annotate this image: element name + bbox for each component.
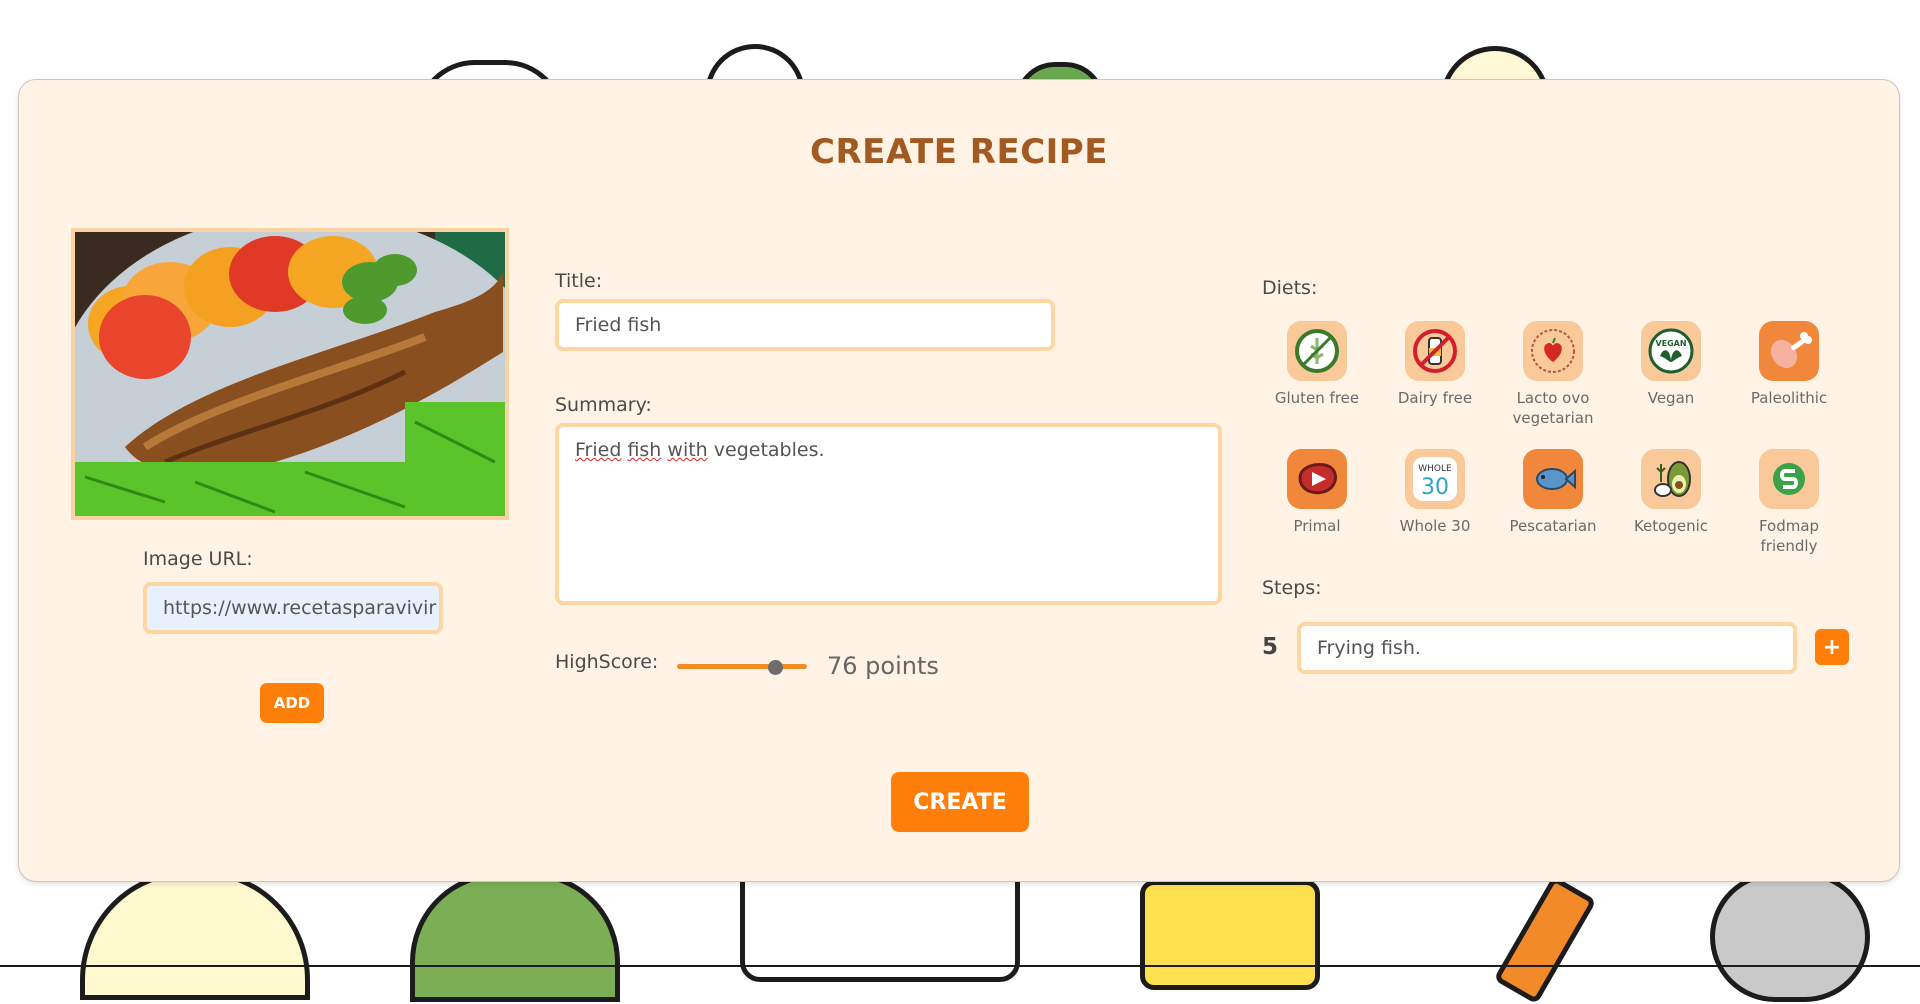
diet-option-lacto-ovo-vegetarian[interactable]: Lacto ovo vegetarian (1494, 321, 1612, 428)
diet-label: Lacto ovo vegetarian (1512, 389, 1594, 427)
diet-option-gluten-free[interactable]: Gluten free (1258, 321, 1376, 408)
page-title: CREATE RECIPE (810, 132, 1108, 172)
dairy-free-icon (1405, 321, 1465, 381)
svg-text:VEGAN: VEGAN (1655, 339, 1686, 348)
recipe-image-preview (71, 228, 509, 520)
add-step-button[interactable]: + (1815, 629, 1849, 665)
title-label: Title: (555, 270, 603, 292)
diet-option-paleolithic[interactable]: Paleolithic (1730, 321, 1848, 408)
gluten-free-icon (1287, 321, 1347, 381)
title-input[interactable]: Fried fish (555, 299, 1055, 351)
highscore-slider-track[interactable] (677, 664, 807, 669)
diet-label: Fodmap friendly (1758, 517, 1820, 555)
whole30-icon: WHOLE 30 (1405, 449, 1465, 509)
pescatarian-icon (1523, 449, 1583, 509)
diet-label: Vegan (1647, 389, 1695, 407)
diet-option-pescatarian[interactable]: Pescatarian (1494, 449, 1612, 536)
diet-label: Gluten free (1274, 389, 1360, 407)
diet-option-fodmap-friendly[interactable]: Fodmap friendly (1730, 449, 1848, 556)
highscore-label: HighScore: (555, 651, 659, 673)
add-image-button[interactable]: ADD (260, 683, 324, 723)
create-button[interactable]: CREATE (891, 772, 1029, 832)
summary-word: Fried (575, 439, 622, 461)
summary-label: Summary: (555, 394, 652, 416)
highscore-value: 76 points (827, 652, 939, 680)
lacto-ovo-icon (1523, 321, 1583, 381)
highscore-slider-thumb[interactable] (768, 660, 784, 675)
summary-word: fish (627, 439, 662, 461)
diets-label: Diets: (1262, 277, 1318, 299)
diet-label: Dairy free (1397, 389, 1473, 407)
diet-label: Ketogenic (1633, 517, 1709, 535)
primal-icon (1287, 449, 1347, 509)
diet-option-dairy-free[interactable]: Dairy free (1376, 321, 1494, 408)
image-url-input[interactable]: https://www.recetasparavivir (143, 582, 443, 634)
diet-label: Pescatarian (1509, 517, 1597, 535)
summary-word: with (667, 439, 708, 461)
step-input[interactable]: Frying fish. (1297, 622, 1797, 674)
create-recipe-card: CREATE RECIPE Image URL: https://www.rec… (18, 79, 1900, 882)
image-url-label: Image URL: (143, 548, 253, 570)
diet-label: Primal (1293, 517, 1341, 535)
fried-fish-photo (75, 232, 505, 516)
svg-text:WHOLE: WHOLE (1418, 464, 1452, 474)
step-number: 5 (1262, 634, 1279, 660)
fodmap-icon (1759, 449, 1819, 509)
diet-option-whole-30[interactable]: WHOLE 30 Whole 30 (1376, 449, 1494, 536)
diet-option-vegan[interactable]: VEGAN Vegan (1612, 321, 1730, 408)
summary-textarea[interactable]: Fried fish with vegetables. (555, 423, 1222, 605)
vegan-icon: VEGAN (1641, 321, 1701, 381)
diet-label: Paleolithic (1750, 389, 1828, 407)
summary-word: vegetables. (713, 439, 825, 461)
steps-label: Steps: (1262, 577, 1322, 599)
ketogenic-icon (1641, 449, 1701, 509)
paleolithic-icon (1759, 321, 1819, 381)
diet-option-primal[interactable]: Primal (1258, 449, 1376, 536)
diet-option-ketogenic[interactable]: Ketogenic (1612, 449, 1730, 536)
svg-text:30: 30 (1421, 475, 1449, 500)
diet-label: Whole 30 (1399, 517, 1471, 535)
